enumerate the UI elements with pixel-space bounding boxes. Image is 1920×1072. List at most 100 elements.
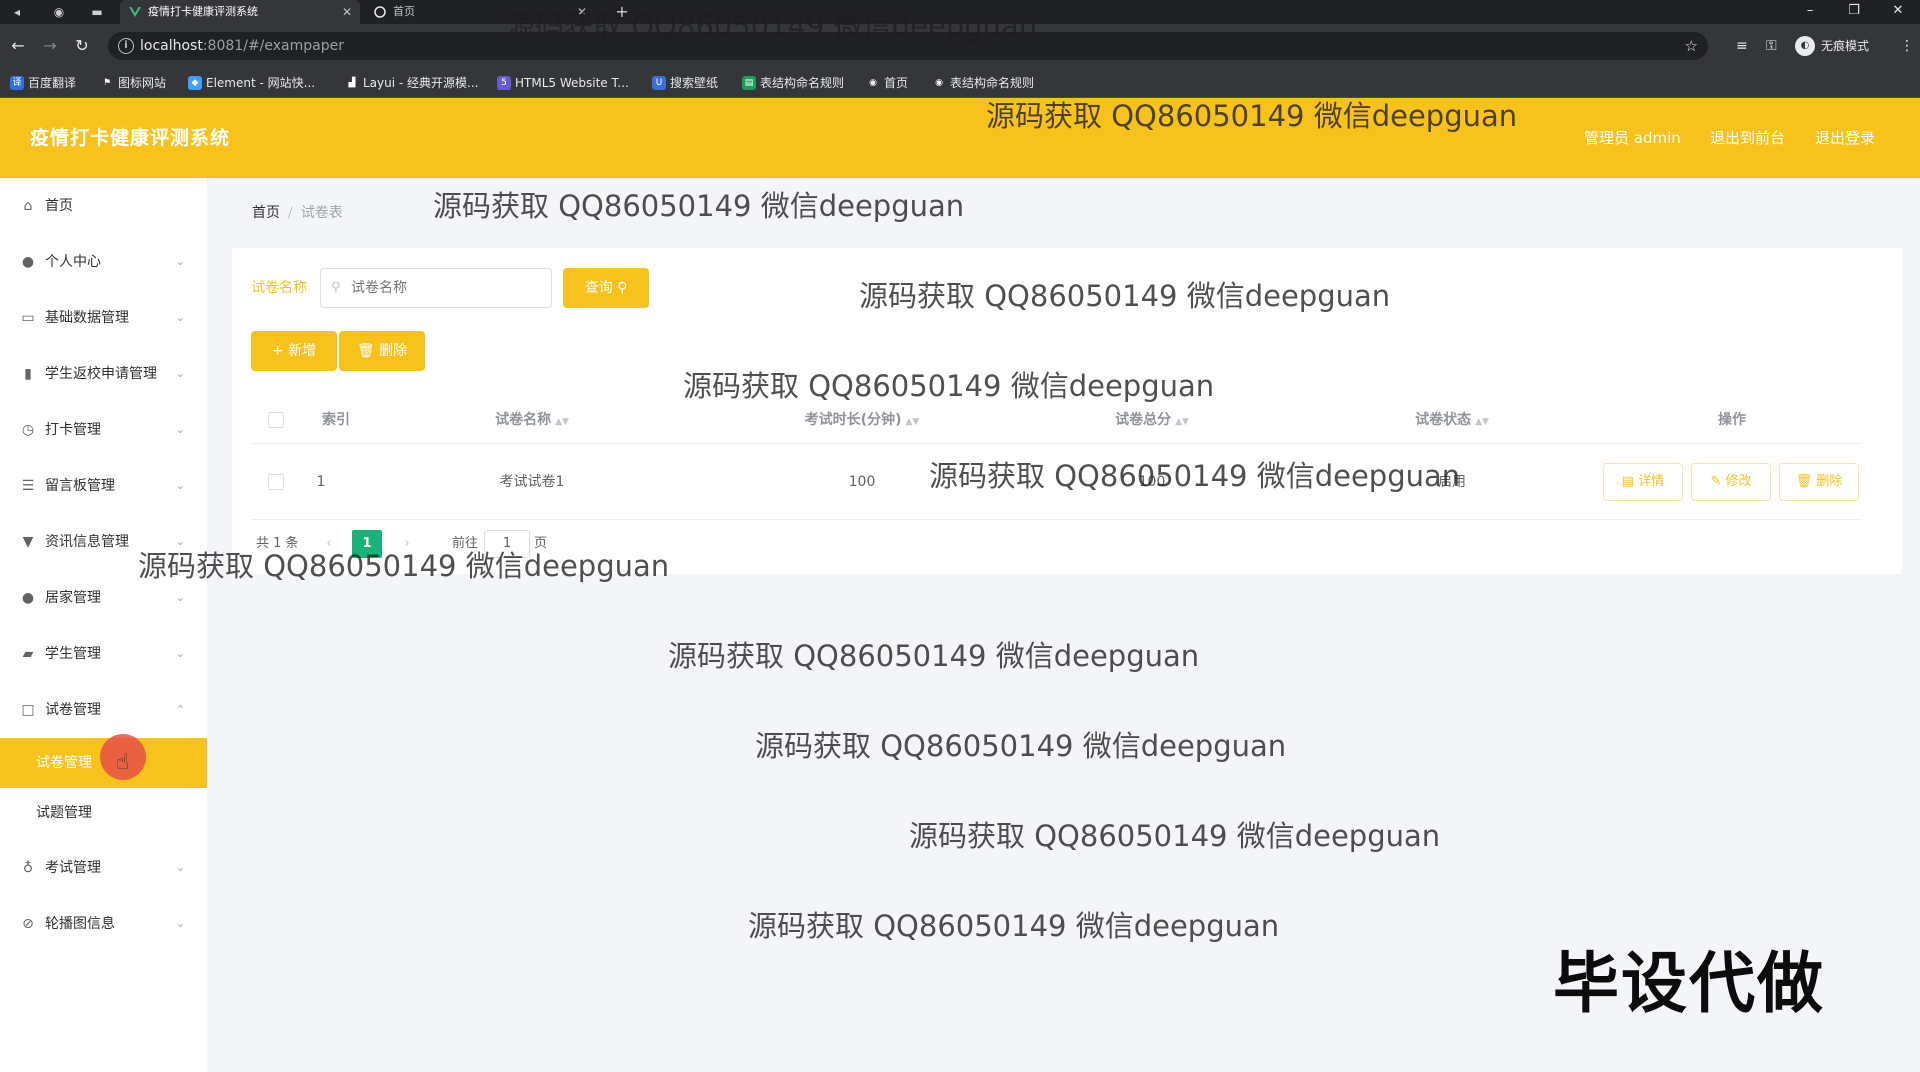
sidebar-item-news[interactable]: ▼ 资讯信息管理 ⌄ bbox=[0, 514, 207, 570]
key-icon[interactable]: ⚿ bbox=[1766, 36, 1777, 56]
column-header[interactable]: 试卷名称 ▲▼ bbox=[432, 396, 632, 446]
globe-icon[interactable]: ◉ bbox=[50, 3, 68, 21]
search-label: 试卷名称 bbox=[251, 280, 307, 296]
watermark-text: 源码获取 QQ86050149 微信deepguan bbox=[755, 729, 1287, 763]
vue-icon bbox=[129, 7, 141, 17]
table-icon: ▤ bbox=[742, 76, 756, 90]
sort-icon[interactable]: ▲▼ bbox=[905, 417, 919, 427]
watermark-text: 源码获取 QQ86050149 微信deepguan bbox=[748, 909, 1280, 943]
next-page-icon[interactable]: › bbox=[392, 530, 422, 558]
globe-icon bbox=[374, 6, 386, 18]
bookmark-item[interactable]: ◆ Element - 网站快... bbox=[188, 68, 315, 98]
incognito-indicator[interactable]: ◐ 无痕模式 bbox=[1795, 35, 1869, 57]
sidebar-subitem-question-management[interactable]: 试题管理 bbox=[0, 788, 207, 838]
search-field[interactable]: ⚲ bbox=[320, 268, 552, 308]
minimize-icon[interactable]: – bbox=[1788, 0, 1832, 24]
news-icon: ▼ bbox=[22, 534, 34, 550]
goto-page-input[interactable]: 1 bbox=[484, 530, 530, 558]
forward-icon[interactable]: → bbox=[40, 36, 60, 56]
bookmark-item[interactable]: 5 HTML5 Website T... bbox=[497, 68, 629, 98]
bookmark-item[interactable]: ▟ Layui - 经典开源模... bbox=[345, 68, 478, 98]
bookmark-star-icon[interactable]: ☆ bbox=[1685, 32, 1698, 60]
address-bar[interactable]: i localhost:8081/#/exampaper ☆ bbox=[108, 32, 1708, 60]
query-button[interactable]: 查询 ⚲ bbox=[563, 268, 649, 308]
layui-icon: ▟ bbox=[345, 76, 359, 90]
goto-suffix: 页 bbox=[534, 536, 548, 551]
data-icon: ▭ bbox=[21, 310, 35, 326]
menu-dots-icon[interactable]: ⋮ bbox=[1900, 36, 1914, 56]
tab-active[interactable]: 疫情打卡健康评测系统 ✕ bbox=[120, 0, 360, 24]
watermark-text: 源码获取 QQ86050149 微信deepguan bbox=[668, 639, 1200, 673]
breadcrumb-home[interactable]: 首页 bbox=[252, 205, 280, 221]
sidebar-item-profile[interactable]: ● 个人中心 ⌄ bbox=[0, 234, 207, 290]
bookmark-item[interactable]: ⚑ 图标网站 bbox=[100, 68, 166, 98]
close-icon[interactable]: ✕ bbox=[577, 0, 587, 24]
bookmark-item[interactable]: ▤ 表结构命名规则 bbox=[742, 68, 844, 98]
row-checkbox[interactable] bbox=[268, 474, 284, 490]
sidebar-item-students[interactable]: ▰ 学生管理 ⌄ bbox=[0, 626, 207, 682]
page-number-current[interactable]: 1 bbox=[352, 530, 382, 558]
user-icon: ● bbox=[21, 254, 35, 270]
column-header[interactable]: 考试时长(分钟) ▲▼ bbox=[722, 396, 1002, 446]
table-row: 1 考试试卷1 100 100 启用 ▤ 详情 ✎ 修改 🗑 删除 bbox=[252, 444, 1862, 520]
select-all-checkbox[interactable] bbox=[268, 412, 284, 428]
info-icon[interactable]: i bbox=[118, 38, 134, 54]
sidebar-item-home-isolation[interactable]: ● 居家管理 ⌄ bbox=[0, 570, 207, 626]
hand-cursor-icon: ☝ bbox=[116, 750, 130, 775]
sidebar-item-message-board[interactable]: ☰ 留言板管理 ⌄ bbox=[0, 458, 207, 514]
speaker-icon[interactable]: ◂ bbox=[8, 3, 26, 21]
search-input[interactable] bbox=[349, 270, 545, 306]
bookmark-item[interactable]: U 搜索壁纸 bbox=[652, 68, 718, 98]
close-window-icon[interactable]: ✕ bbox=[1876, 0, 1920, 24]
back-icon[interactable]: ← bbox=[8, 36, 28, 56]
sidebar-item-checkin[interactable]: ◷ 打卡管理 ⌄ bbox=[0, 402, 207, 458]
home-icon: ⌂ bbox=[23, 198, 33, 214]
close-icon[interactable]: ✕ bbox=[342, 0, 352, 24]
trash-icon: 🗑 bbox=[1795, 474, 1813, 489]
watermark-text: 源码获取 QQ86050149 微信deepguan bbox=[909, 819, 1441, 853]
back-to-front-link[interactable]: 退出到前台 bbox=[1710, 98, 1785, 178]
bookmark-item[interactable]: ◉ 表结构命名规则 bbox=[932, 68, 1034, 98]
restore-icon[interactable]: ❐ bbox=[1832, 0, 1876, 24]
sidebar-item-papers[interactable]: □ 试卷管理 ⌃ bbox=[0, 682, 207, 738]
clock-icon: ◷ bbox=[21, 422, 35, 438]
sort-icon[interactable]: ▲▼ bbox=[555, 417, 569, 427]
tab-inactive[interactable]: 首页 ✕ bbox=[365, 0, 595, 24]
html5-icon: 5 bbox=[497, 76, 511, 90]
image-icon: ⊘ bbox=[22, 916, 34, 932]
column-header[interactable]: 试卷状态 ▲▼ bbox=[1312, 396, 1592, 446]
logout-link[interactable]: 退出登录 bbox=[1815, 98, 1875, 178]
flag-icon: ⚑ bbox=[100, 76, 114, 90]
sidebar-item-exams[interactable]: ♁ 考试管理 ⌄ bbox=[0, 840, 207, 896]
wallpaper-icon: U bbox=[652, 76, 666, 90]
sidebar-item-home[interactable]: ⌂ 首页 bbox=[0, 178, 207, 234]
column-header[interactable]: 试卷总分 ▲▼ bbox=[1012, 396, 1292, 446]
reload-icon[interactable]: ↻ bbox=[72, 36, 92, 56]
chevron-down-icon: ⌄ bbox=[175, 311, 185, 324]
prev-page-icon[interactable]: ‹ bbox=[314, 530, 344, 558]
window-icon[interactable]: ▬ bbox=[88, 3, 106, 21]
reading-list-icon[interactable]: ≡ bbox=[1736, 36, 1748, 56]
row-delete-button[interactable]: 🗑 删除 bbox=[1779, 463, 1859, 501]
cell-index: 1 bbox=[316, 474, 326, 490]
add-button[interactable]: + 新增 bbox=[251, 331, 337, 371]
chevron-down-icon: ⌄ bbox=[175, 861, 185, 874]
detail-button[interactable]: ▤ 详情 bbox=[1603, 463, 1683, 501]
edit-button[interactable]: ✎ 修改 bbox=[1691, 463, 1771, 501]
sort-icon[interactable]: ▲▼ bbox=[1175, 417, 1189, 427]
url-text[interactable]: localhost:8081/#/exampaper bbox=[140, 32, 344, 60]
translate-icon: 译 bbox=[10, 76, 24, 90]
sidebar-item-basic-data[interactable]: ▭ 基础数据管理 ⌄ bbox=[0, 290, 207, 346]
bookmark-item[interactable]: 译百度翻译 bbox=[10, 68, 76, 98]
chevron-down-icon: ⌄ bbox=[175, 479, 185, 492]
bookmark-item[interactable]: ◉ 首页 bbox=[866, 68, 908, 98]
sort-icon[interactable]: ▲▼ bbox=[1475, 417, 1489, 427]
sidebar-item-return-application[interactable]: ▮ 学生返校申请管理 ⌄ bbox=[0, 346, 207, 402]
sidebar-item-carousel[interactable]: ⊘ 轮播图信息 ⌄ bbox=[0, 896, 207, 952]
plus-icon: + bbox=[271, 343, 284, 359]
bookmarks-bar: 译百度翻译 ⚑ 图标网站 ◆ Element - 网站快... ▟ Layui - 经… bbox=[0, 68, 1920, 98]
column-header: 索引 bbox=[322, 412, 350, 428]
chevron-down-icon: ⌄ bbox=[175, 255, 185, 268]
delete-button[interactable]: 🗑 删除 bbox=[339, 331, 425, 371]
new-tab-icon[interactable]: + bbox=[613, 3, 631, 21]
